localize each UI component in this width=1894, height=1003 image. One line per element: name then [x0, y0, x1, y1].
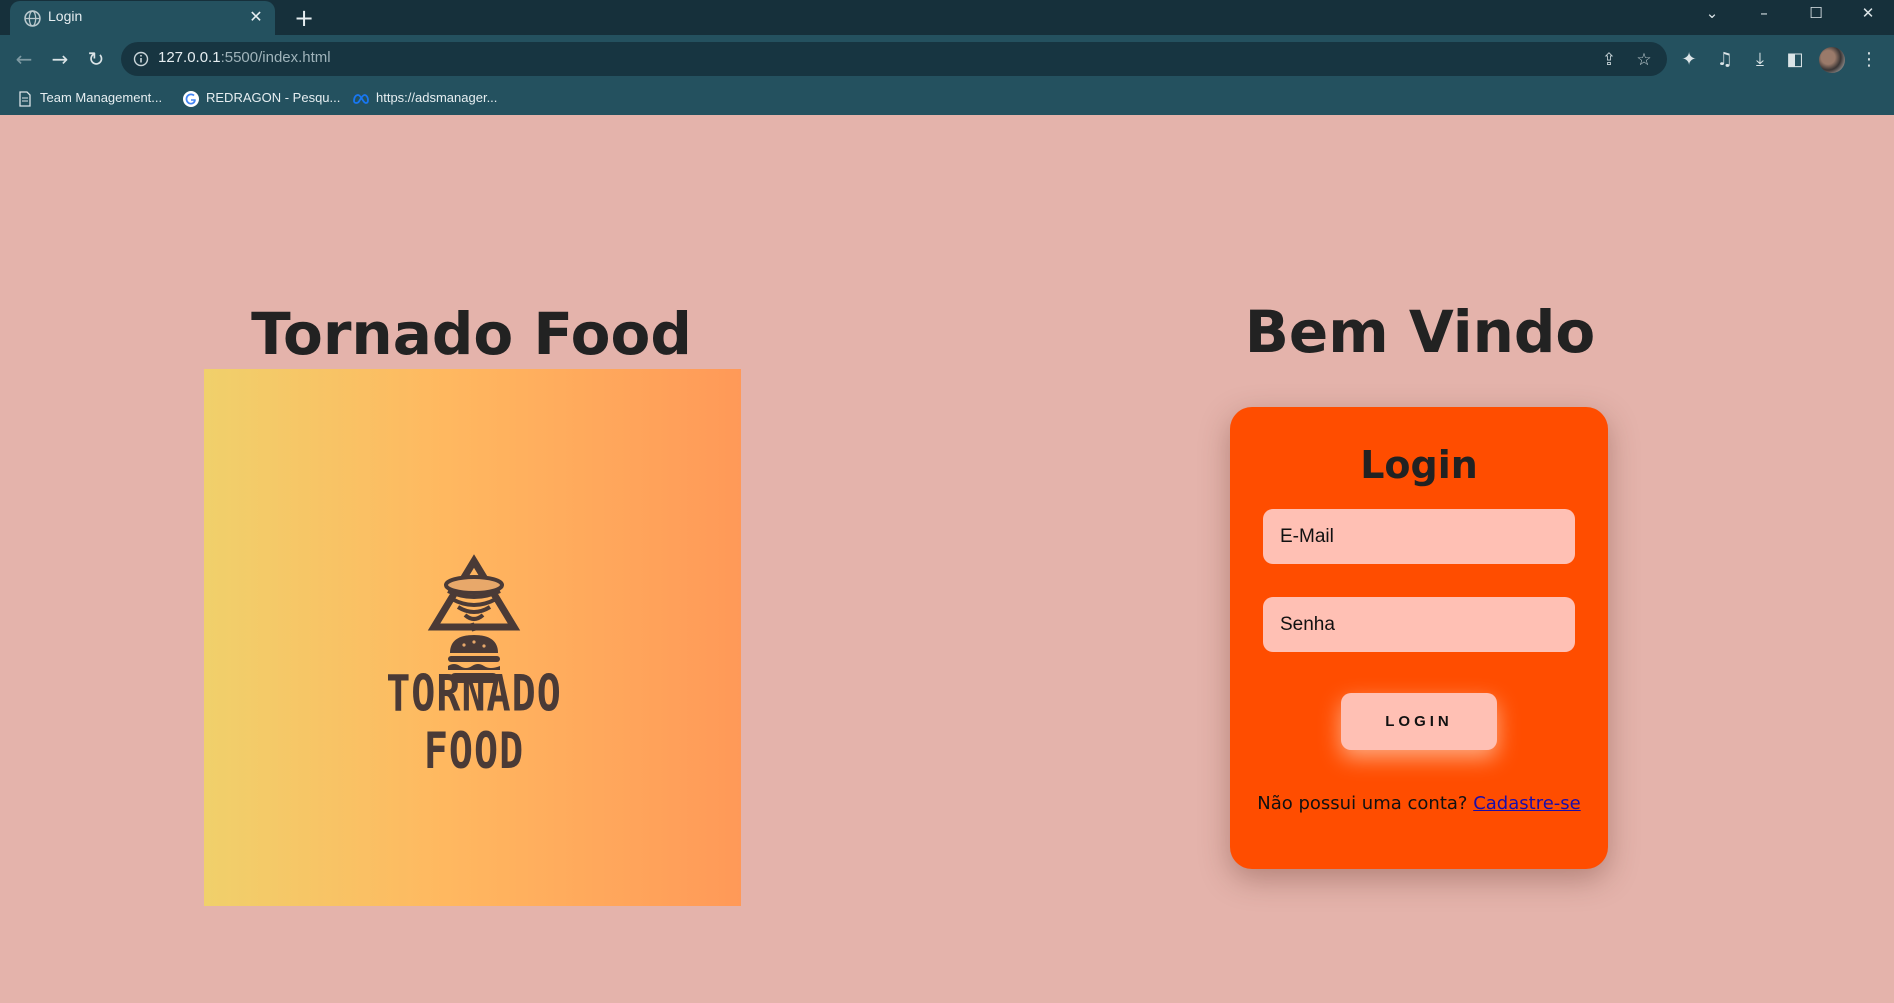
close-tab-icon[interactable]: ✕	[245, 6, 267, 28]
password-field[interactable]	[1263, 597, 1575, 652]
address-bar[interactable]: 127.0.0.1:5500/index.html ⇪ ☆	[121, 42, 1667, 76]
login-card-title: Login	[1360, 443, 1478, 487]
reload-icon[interactable]: ↻	[80, 43, 112, 75]
url-text: 127.0.0.1:5500/index.html	[158, 49, 331, 66]
login-card: Login LOGIN Não possui uma conta? Cadast…	[1230, 407, 1608, 869]
tornado-food-logo: TORNADO FOOD	[344, 549, 604, 781]
new-tab-icon[interactable]: +	[290, 4, 318, 32]
extensions-icon[interactable]: ✦	[1677, 48, 1701, 72]
tab-title: Login	[48, 8, 83, 24]
email-field[interactable]	[1263, 509, 1575, 564]
brand-title: Tornado Food	[251, 300, 692, 368]
back-icon[interactable]: ←	[8, 43, 40, 75]
tab-strip: Login ✕ + ⌄ – ☐ ✕	[0, 0, 1894, 35]
maximize-icon[interactable]: ☐	[1790, 0, 1842, 30]
site-info-icon[interactable]	[133, 51, 149, 67]
share-icon[interactable]: ⇪	[1598, 49, 1620, 71]
minimize-icon[interactable]: –	[1738, 0, 1790, 30]
google-icon	[183, 91, 199, 107]
forward-icon[interactable]: →	[44, 43, 76, 75]
bookmark-star-icon[interactable]: ☆	[1633, 49, 1655, 71]
signup-prompt-text: Não possui uma conta?	[1257, 793, 1468, 814]
signup-link[interactable]: Cadastre-se	[1473, 793, 1581, 814]
login-button[interactable]: LOGIN	[1341, 693, 1497, 750]
download-icon[interactable]: ⤓	[1748, 48, 1772, 72]
signup-prompt: Não possui uma conta? Cadastre-se	[1230, 793, 1608, 814]
brand-logo-panel: TORNADO FOOD	[204, 369, 741, 906]
page-icon	[19, 91, 31, 107]
close-window-icon[interactable]: ✕	[1842, 0, 1894, 30]
profile-avatar[interactable]	[1819, 47, 1845, 73]
menu-icon[interactable]: ⋮	[1857, 48, 1881, 72]
tab-search-icon[interactable]: ⌄	[1686, 0, 1738, 30]
globe-icon	[24, 10, 41, 27]
media-control-icon[interactable]: ♫	[1713, 48, 1737, 72]
side-panel-icon[interactable]: ◧	[1783, 48, 1807, 72]
bookmarks-bar: Team Management... REDRAGON - Pesqu... h…	[0, 83, 1894, 113]
browser-tab[interactable]: Login ✕	[10, 1, 275, 35]
browser-toolbar: ← → ↻ 127.0.0.1:5500/index.html ⇪ ☆ ✦ ♫ …	[0, 35, 1894, 115]
logo-text: TORNADO FOOD	[386, 665, 562, 781]
welcome-title: Bem Vindo	[1244, 298, 1596, 366]
meta-icon	[353, 94, 369, 104]
